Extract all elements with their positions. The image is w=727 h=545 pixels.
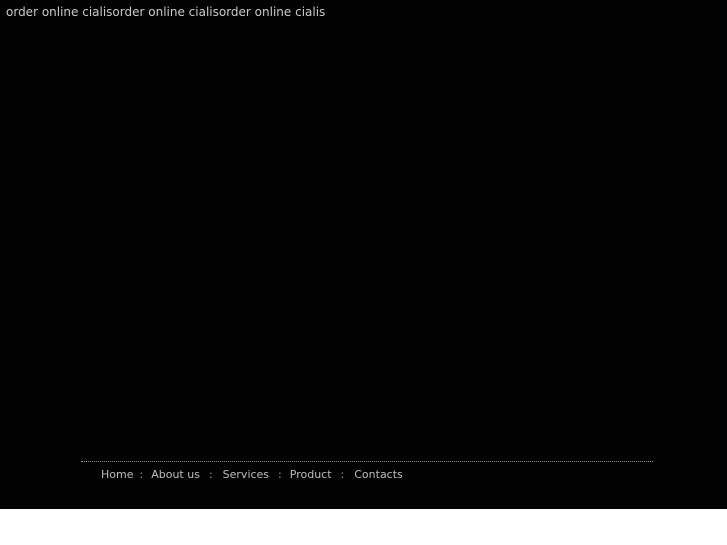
footer-link-about-us[interactable]: About us — [151, 468, 200, 481]
footer-link-home[interactable]: Home — [101, 468, 133, 481]
footer-separator: : — [278, 467, 282, 481]
footer-link-product[interactable]: Product — [290, 468, 332, 481]
page: order online cialisorder online cialisor… — [0, 0, 727, 545]
footer-link-services[interactable]: Services — [223, 468, 269, 481]
footer-separator: : — [340, 467, 345, 481]
footer-link-contacts[interactable]: Contacts — [354, 468, 403, 481]
footer-nav: Home : About us : Services : Product : C… — [101, 466, 403, 482]
footer-separator: : — [208, 467, 213, 481]
content-area: order online cialisorder online cialisor… — [0, 0, 727, 509]
top-text: order online cialisorder online cialisor… — [6, 5, 326, 19]
footer-divider — [81, 461, 653, 462]
footer-separator: : — [139, 467, 144, 481]
